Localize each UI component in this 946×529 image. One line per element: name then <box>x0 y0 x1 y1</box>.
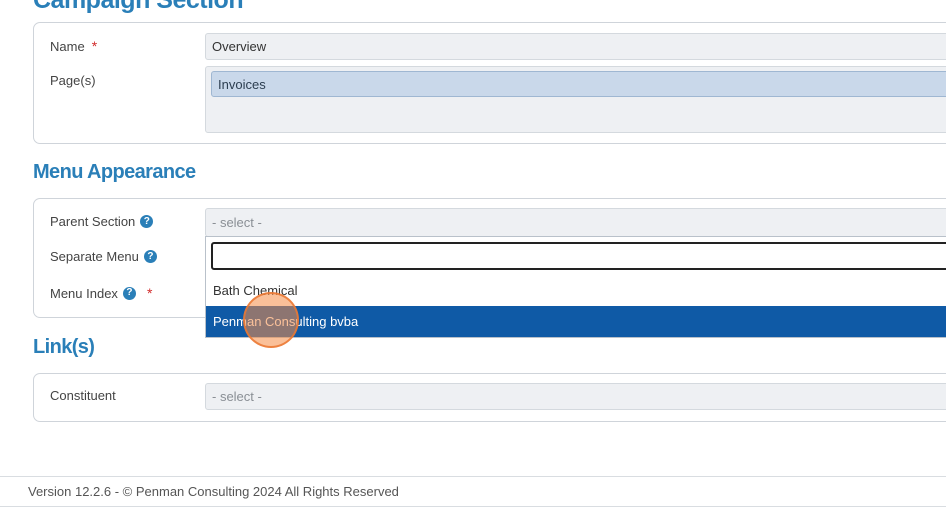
name-label-text: Name <box>50 38 85 54</box>
page-tag-invoices[interactable]: Invoices <box>211 71 946 97</box>
menu-index-label-text: Menu Index <box>50 285 118 301</box>
constituent-select[interactable]: - select - <box>205 383 946 410</box>
parent-section-label-text: Parent Section <box>50 214 136 229</box>
footer-text: Version 12.2.6 - © Penman Consulting 202… <box>28 484 399 499</box>
name-label: Name * <box>50 38 97 54</box>
dropdown-option-penman-consulting[interactable]: Penman Consulting bvba <box>206 306 946 337</box>
help-icon[interactable]: ? <box>122 286 136 300</box>
pages-label: Page(s) <box>50 73 96 88</box>
parent-section-select[interactable]: - select - <box>205 208 946 237</box>
required-asterisk: * <box>91 38 98 54</box>
links-title: Link(s) <box>33 336 95 358</box>
dropdown-option-bath-chemical[interactable]: Bath Chemical <box>206 275 946 306</box>
menu-index-label: Menu Index ? * <box>50 285 152 301</box>
page-title: Campaign Section <box>33 0 244 14</box>
help-icon[interactable]: ? <box>143 250 157 263</box>
footer-divider <box>0 476 946 477</box>
name-input[interactable]: Overview <box>205 33 946 60</box>
parent-section-label: Parent Section ? <box>50 214 154 229</box>
constituent-label: Constituent <box>50 388 116 403</box>
separate-menu-label: Separate Menu ? <box>50 249 157 264</box>
menu-appearance-title: Menu Appearance <box>33 161 196 183</box>
constituent-label-text: Constituent <box>50 388 116 403</box>
pages-label-text: Page(s) <box>50 73 96 88</box>
footer-bottom-divider <box>0 506 946 507</box>
dropdown-search-input[interactable] <box>211 242 946 270</box>
parent-section-dropdown: Bath Chemical Penman Consulting bvba <box>205 236 946 338</box>
help-icon[interactable]: ? <box>140 215 154 228</box>
separate-menu-label-text: Separate Menu <box>50 249 139 264</box>
required-asterisk: * <box>146 285 153 301</box>
